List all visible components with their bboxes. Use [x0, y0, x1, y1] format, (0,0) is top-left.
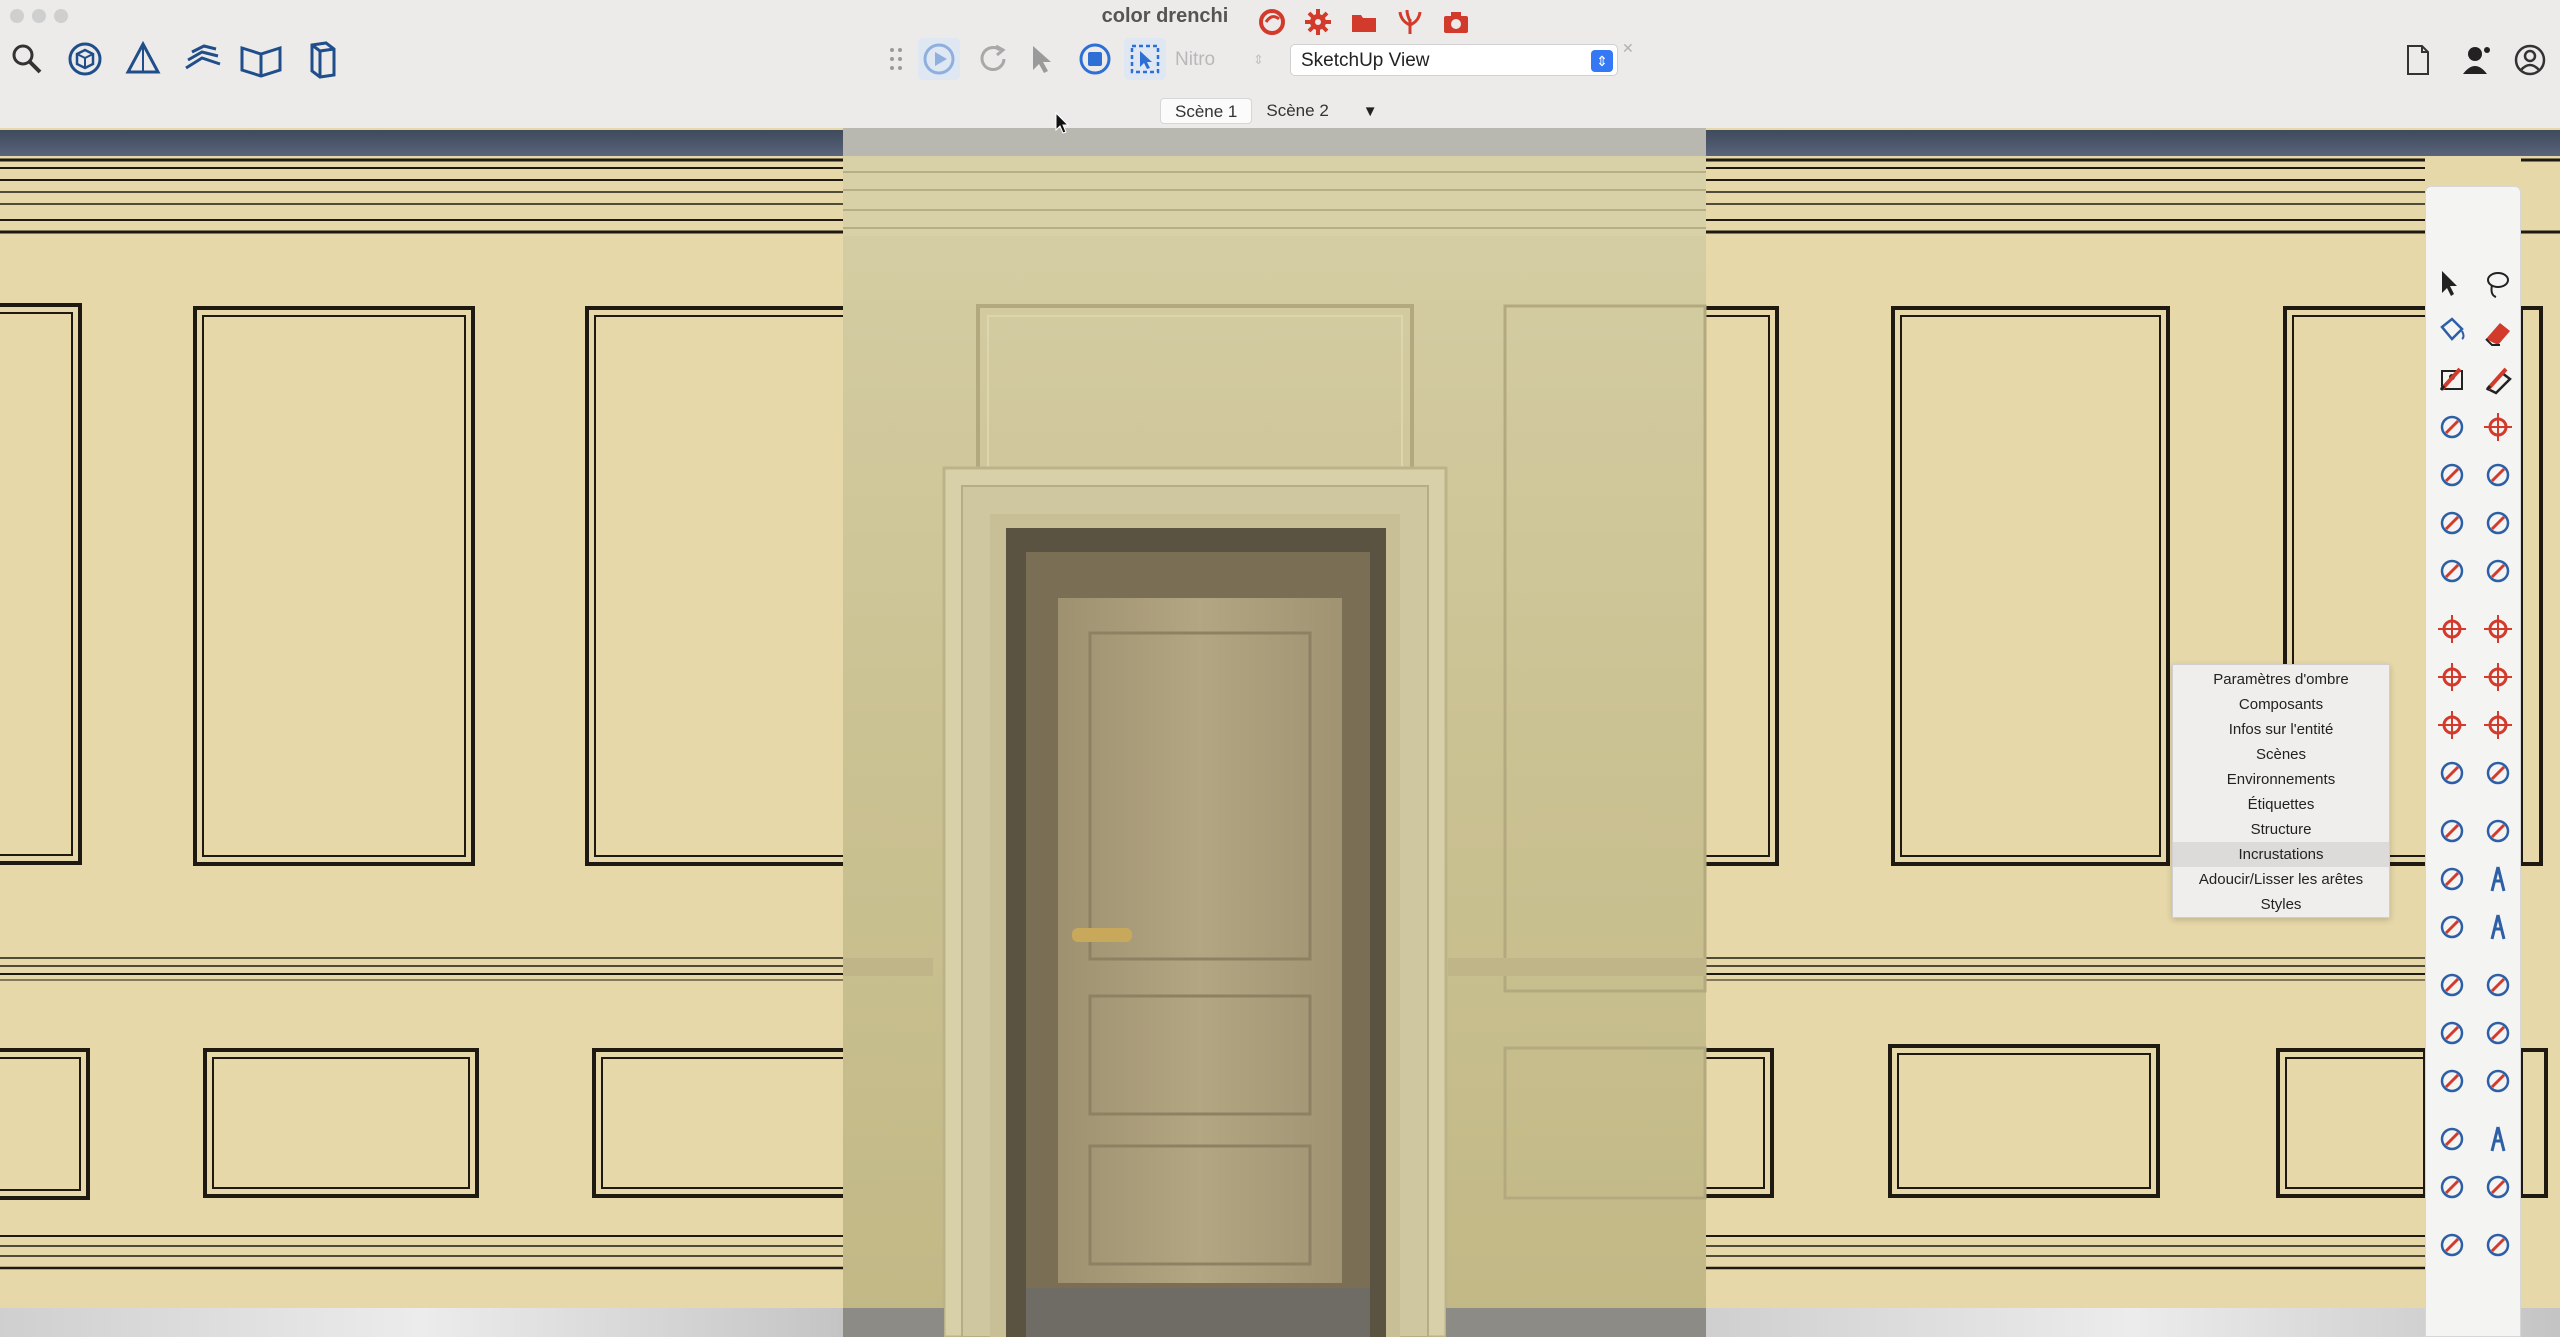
refresh-icon[interactable] — [972, 38, 1014, 80]
protractor-icon[interactable] — [2432, 859, 2472, 899]
scene-tabs: Scène 1 Scène 2 ▼ — [1160, 98, 1378, 124]
previous-view-icon[interactable] — [2478, 1061, 2518, 1101]
rotated-rectangle-icon[interactable] — [2478, 407, 2518, 447]
zoom-icon[interactable] — [2432, 1013, 2472, 1053]
advanced-camera-icon[interactable] — [2432, 1225, 2472, 1265]
play-icon[interactable] — [918, 38, 960, 80]
stepper-arrows-icon: ⇕ — [1253, 52, 1264, 67]
engine-select-value: Nitro — [1175, 49, 1216, 70]
rectangle-icon[interactable] — [2432, 407, 2472, 447]
component-icon[interactable] — [62, 36, 108, 82]
solid-tools-icon[interactable] — [2478, 753, 2518, 793]
title-toolbar-area: color drenchi Nitro ⇕ SketchUp View ⇕ ✕ … — [0, 0, 2560, 129]
chevron-updown-icon: ⇕ — [1591, 50, 1613, 72]
position-camera-icon[interactable] — [2432, 1119, 2472, 1159]
dimension-icon[interactable] — [2478, 811, 2518, 851]
look-around-icon[interactable] — [2432, 1167, 2472, 1207]
close-panel-icon[interactable]: ✕ — [1622, 40, 1634, 57]
camera-icon[interactable] — [1436, 4, 1476, 40]
zoom-extents-icon[interactable] — [2432, 1061, 2472, 1101]
paint-bucket-icon[interactable] — [2432, 313, 2472, 353]
menu-item-overlays[interactable]: Incrustations — [2173, 842, 2389, 867]
menu-item-environments[interactable]: Environnements — [2173, 767, 2389, 792]
select-box-icon[interactable] — [1124, 38, 1166, 80]
select-icon[interactable] — [2432, 265, 2472, 305]
window-title: color drenchi — [1101, 5, 1229, 27]
orbit-icon[interactable] — [2432, 965, 2472, 1005]
arc-icon[interactable] — [2432, 503, 2472, 543]
gear-icon[interactable] — [1298, 4, 1338, 40]
sandbox-icon[interactable] — [180, 36, 226, 82]
scene-menu-dropdown[interactable]: ▼ — [1363, 103, 1378, 120]
box-icon[interactable] — [300, 36, 346, 82]
menu-item-entity-info[interactable]: Infos sur l'entité — [2173, 717, 2389, 742]
scale-icon[interactable] — [2432, 705, 2472, 745]
menu-item-tags[interactable]: Étiquettes — [2173, 792, 2389, 817]
grip-icon[interactable] — [875, 38, 917, 80]
menu-item-soften-edges[interactable]: Adoucir/Lisser les arêtes — [2173, 867, 2389, 892]
tape-measure-icon[interactable] — [2432, 811, 2472, 851]
plant-icon[interactable] — [1390, 4, 1430, 40]
section-icon[interactable] — [2478, 1167, 2518, 1207]
tab-scene-2[interactable]: Scène 2 — [1252, 98, 1342, 124]
menu-item-outliner[interactable]: Structure — [2173, 817, 2389, 842]
search-icon[interactable] — [4, 36, 50, 82]
cursor-icon[interactable] — [1020, 38, 1062, 80]
sketchup-window: color drenchi Nitro ⇕ SketchUp View ⇕ ✕ … — [0, 0, 2560, 1337]
engine-select[interactable]: Nitro ⇕ — [1175, 46, 1275, 74]
tab-scene-1[interactable]: Scène 1 — [1160, 98, 1253, 124]
sandbox-tools-icon[interactable] — [2478, 1225, 2518, 1265]
model-viewport[interactable]: Paramètres d'ombre Composants Infos sur … — [0, 128, 2560, 1337]
move-icon[interactable] — [2432, 609, 2472, 649]
three-point-arc-icon[interactable] — [2432, 551, 2472, 591]
follow-me-icon[interactable] — [2478, 657, 2518, 697]
zoom-window-button[interactable] — [54, 9, 68, 23]
offset-icon[interactable] — [2478, 705, 2518, 745]
window-dialogs-menu: Paramètres d'ombre Composants Infos sur … — [2172, 664, 2390, 918]
menu-item-shadow-settings[interactable]: Paramètres d'ombre — [2173, 667, 2389, 692]
pan-icon[interactable] — [2478, 965, 2518, 1005]
swirl-logo-icon[interactable] — [1252, 4, 1292, 40]
flip-icon[interactable] — [2432, 753, 2472, 793]
mouse-cursor-icon — [1055, 112, 1069, 134]
minimize-window-button[interactable] — [32, 9, 46, 23]
eraser-icon[interactable] — [2478, 313, 2518, 353]
axes-icon[interactable] — [2432, 907, 2472, 947]
walk-icon[interactable] — [2478, 1119, 2518, 1159]
stop-icon[interactable] — [1074, 38, 1116, 80]
circle-icon[interactable] — [2432, 455, 2472, 495]
close-window-button[interactable] — [10, 9, 24, 23]
freehand-icon[interactable] — [2478, 359, 2518, 399]
zoom-window-icon[interactable] — [2478, 1013, 2518, 1053]
view-select-value: SketchUp View — [1301, 50, 1430, 71]
folder-icon[interactable] — [1344, 4, 1384, 40]
rotate-icon[interactable] — [2432, 657, 2472, 697]
menu-item-scenes[interactable]: Scènes — [2173, 742, 2389, 767]
pencil-icon[interactable] — [2432, 359, 2472, 399]
document-icon[interactable] — [2398, 40, 2438, 80]
large-tool-set-palette — [2425, 186, 2521, 1337]
account-icon[interactable] — [2510, 40, 2550, 80]
view-select[interactable]: SketchUp View ⇕ — [1290, 44, 1618, 76]
menu-item-components[interactable]: Composants — [2173, 692, 2389, 717]
two-point-arc-icon[interactable] — [2478, 503, 2518, 543]
3d-text-icon[interactable] — [2478, 907, 2518, 947]
menu-item-styles[interactable]: Styles — [2173, 892, 2389, 917]
pie-icon[interactable] — [2478, 551, 2518, 591]
rendered-region — [843, 128, 1707, 1337]
text-icon[interactable] — [2478, 859, 2518, 899]
section-plane-icon[interactable] — [120, 36, 166, 82]
open-book-icon[interactable] — [238, 36, 284, 82]
lasso-icon[interactable] — [2478, 265, 2518, 305]
polygon-icon[interactable] — [2478, 455, 2518, 495]
push-pull-icon[interactable] — [2478, 609, 2518, 649]
user-icon[interactable] — [2456, 40, 2496, 80]
